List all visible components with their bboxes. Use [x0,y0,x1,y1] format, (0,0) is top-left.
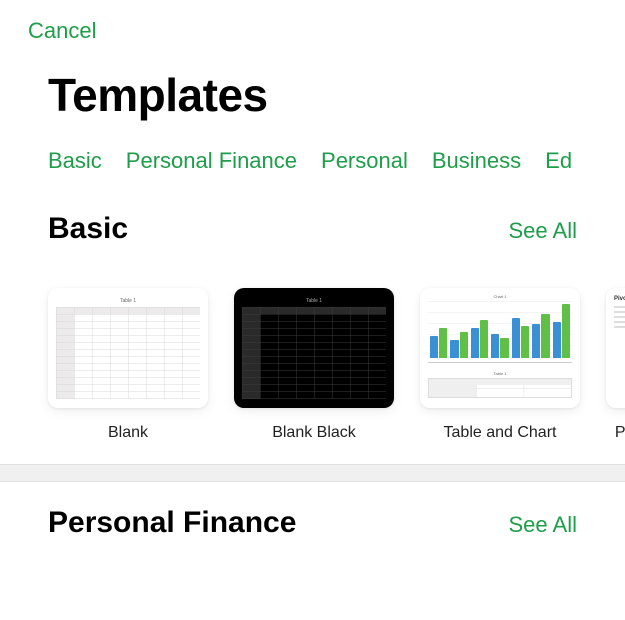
section-title-personal-finance: Personal Finance [48,506,296,540]
page-title: Templates [0,44,625,122]
template-label: Blank Black [272,424,356,442]
template-blank-black[interactable]: Table 1 Blank Black [234,288,394,442]
see-all-basic[interactable]: See All [509,218,578,244]
category-tab-education[interactable]: Ed [545,148,572,174]
thumb-caption: Table 1 [428,371,572,376]
category-tab-personal[interactable]: Personal [321,148,408,174]
section-basic: Basic See All Table 1 Blank Table 1 [0,174,625,442]
template-label: Table and Chart [444,424,557,442]
thumb-caption: Table 1 [56,298,200,304]
thumb-caption: Chart 1 [428,294,572,299]
template-thumb-blank: Table 1 [48,288,208,408]
template-blank[interactable]: Table 1 Blank [48,288,208,442]
thumb-caption: Pivot T [614,296,625,302]
category-tab-business[interactable]: Business [432,148,521,174]
section-divider [0,464,625,482]
template-thumb-blank-black: Table 1 [234,288,394,408]
template-pivot[interactable]: Pivot T Piv [606,288,625,442]
template-label: Blank [108,424,148,442]
category-tab-personal-finance[interactable]: Personal Finance [126,148,297,174]
template-row-basic: Table 1 Blank Table 1 [0,246,625,442]
section-title-basic: Basic [48,212,128,246]
template-thumb-pivot: Pivot T [606,288,625,408]
category-tabs: Basic Personal Finance Personal Business… [0,122,625,174]
cancel-button[interactable]: Cancel [0,0,96,44]
template-thumb-table-chart: Chart 1 Table 1 [420,288,580,408]
thumb-caption: Table 1 [242,298,386,304]
template-label: Piv [615,424,625,442]
section-personal-finance: Personal Finance See All [0,482,625,540]
category-tab-basic[interactable]: Basic [48,148,102,174]
see-all-personal-finance[interactable]: See All [509,512,578,538]
chart-icon [428,301,572,363]
template-table-and-chart[interactable]: Chart 1 Table 1 [420,288,580,442]
